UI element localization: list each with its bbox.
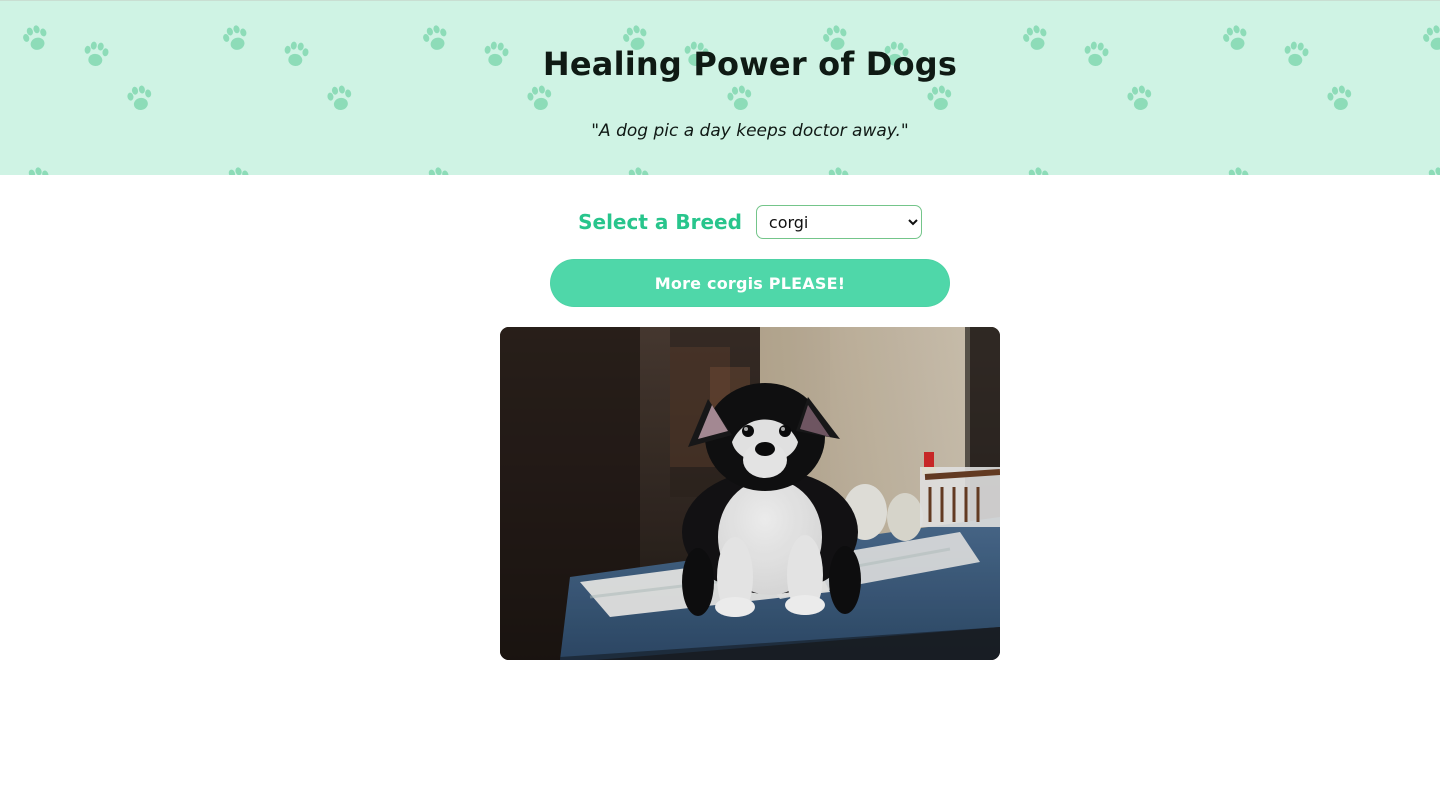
paw-print-icon: [921, 80, 958, 117]
paw-print-icon: [18, 161, 58, 175]
paw-pattern-background: [0, 1, 1440, 175]
paw-print-icon: [818, 161, 858, 175]
paw-print-icon: [721, 80, 758, 117]
main-content: Select a Breed corgi More corgis PLEASE!: [0, 175, 1440, 790]
page-subtitle: "A dog pic a day keeps doctor away.": [591, 121, 909, 141]
corgi-puppy-photo: [500, 327, 1000, 660]
paw-print-icon: [1121, 80, 1158, 117]
paw-print-icon: [1321, 80, 1358, 117]
breed-selector-row: Select a Breed corgi: [0, 205, 1440, 239]
paw-print-icon: [218, 161, 258, 175]
paw-print-icon: [418, 161, 458, 175]
paw-print-icon: [121, 80, 158, 117]
breed-label: Select a Breed: [578, 210, 742, 234]
paw-print-icon: [1018, 161, 1058, 175]
page-title: Healing Power of Dogs: [542, 45, 958, 83]
dog-photo: [500, 327, 1000, 660]
breed-select[interactable]: corgi: [755, 205, 922, 239]
paw-print-icon: [618, 161, 658, 175]
paw-print-icon: [1218, 161, 1258, 175]
site-header: Healing Power of Dogs "A dog pic a day k…: [0, 0, 1440, 175]
paw-print-icon: [521, 80, 558, 117]
paw-print-icon: [1418, 161, 1440, 175]
more-dogs-button[interactable]: More corgis PLEASE!: [550, 259, 950, 307]
paw-print-icon: [321, 80, 358, 117]
